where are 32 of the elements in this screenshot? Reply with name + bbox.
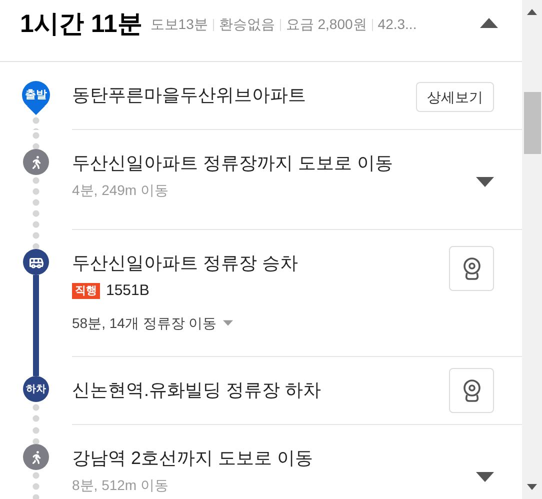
step-title: 두산신일아파트 정류장까지 도보로 이동	[72, 152, 394, 175]
route-detail: 환승없음	[218, 15, 275, 34]
alight-marker: 하차	[23, 376, 49, 402]
scroll-down-arrow-icon[interactable]	[527, 484, 537, 490]
webcam-icon	[460, 378, 482, 402]
collapse-caret-icon[interactable]	[480, 18, 498, 28]
express-badge: 직행	[72, 283, 100, 300]
expand-caret-icon[interactable]	[476, 177, 494, 187]
step-title: 두산신일아파트 정류장 승차	[72, 252, 300, 275]
start-pin: 출발	[22, 81, 50, 115]
step-info: 58분, 14개 정류장 이동	[72, 314, 217, 332]
scrollbar[interactable]	[522, 0, 542, 499]
step-title: 동탄푸른마을두산위브아파트	[72, 84, 307, 107]
scroll-up-arrow-icon[interactable]	[527, 9, 537, 15]
route-detail: 요금 2,800원	[286, 15, 367, 34]
total-time: 1시간 11분	[20, 9, 142, 40]
route-detail: 42.3...	[378, 15, 417, 34]
camera-button[interactable]	[449, 246, 494, 291]
step-info: 4분, 249m 이동	[72, 181, 170, 200]
walking-person-icon	[23, 149, 49, 175]
scrollbar-thumb[interactable]	[524, 92, 540, 154]
webcam-icon	[460, 256, 482, 280]
camera-button[interactable]	[449, 368, 494, 413]
bus-icon	[23, 249, 49, 275]
expand-caret-icon[interactable]	[476, 472, 494, 482]
step-info: 8분, 512m 이동	[72, 476, 170, 495]
bus-number: 1551B	[106, 281, 150, 301]
details-button[interactable]: 상세보기	[416, 82, 494, 112]
walking-person-icon	[23, 444, 49, 470]
route-detail: 도보13분	[150, 15, 208, 34]
step-title: 강남역 2호선까지 도보로 이동	[72, 447, 314, 470]
step-title: 신논현역.유화빌딩 정류장 하차	[72, 379, 322, 402]
